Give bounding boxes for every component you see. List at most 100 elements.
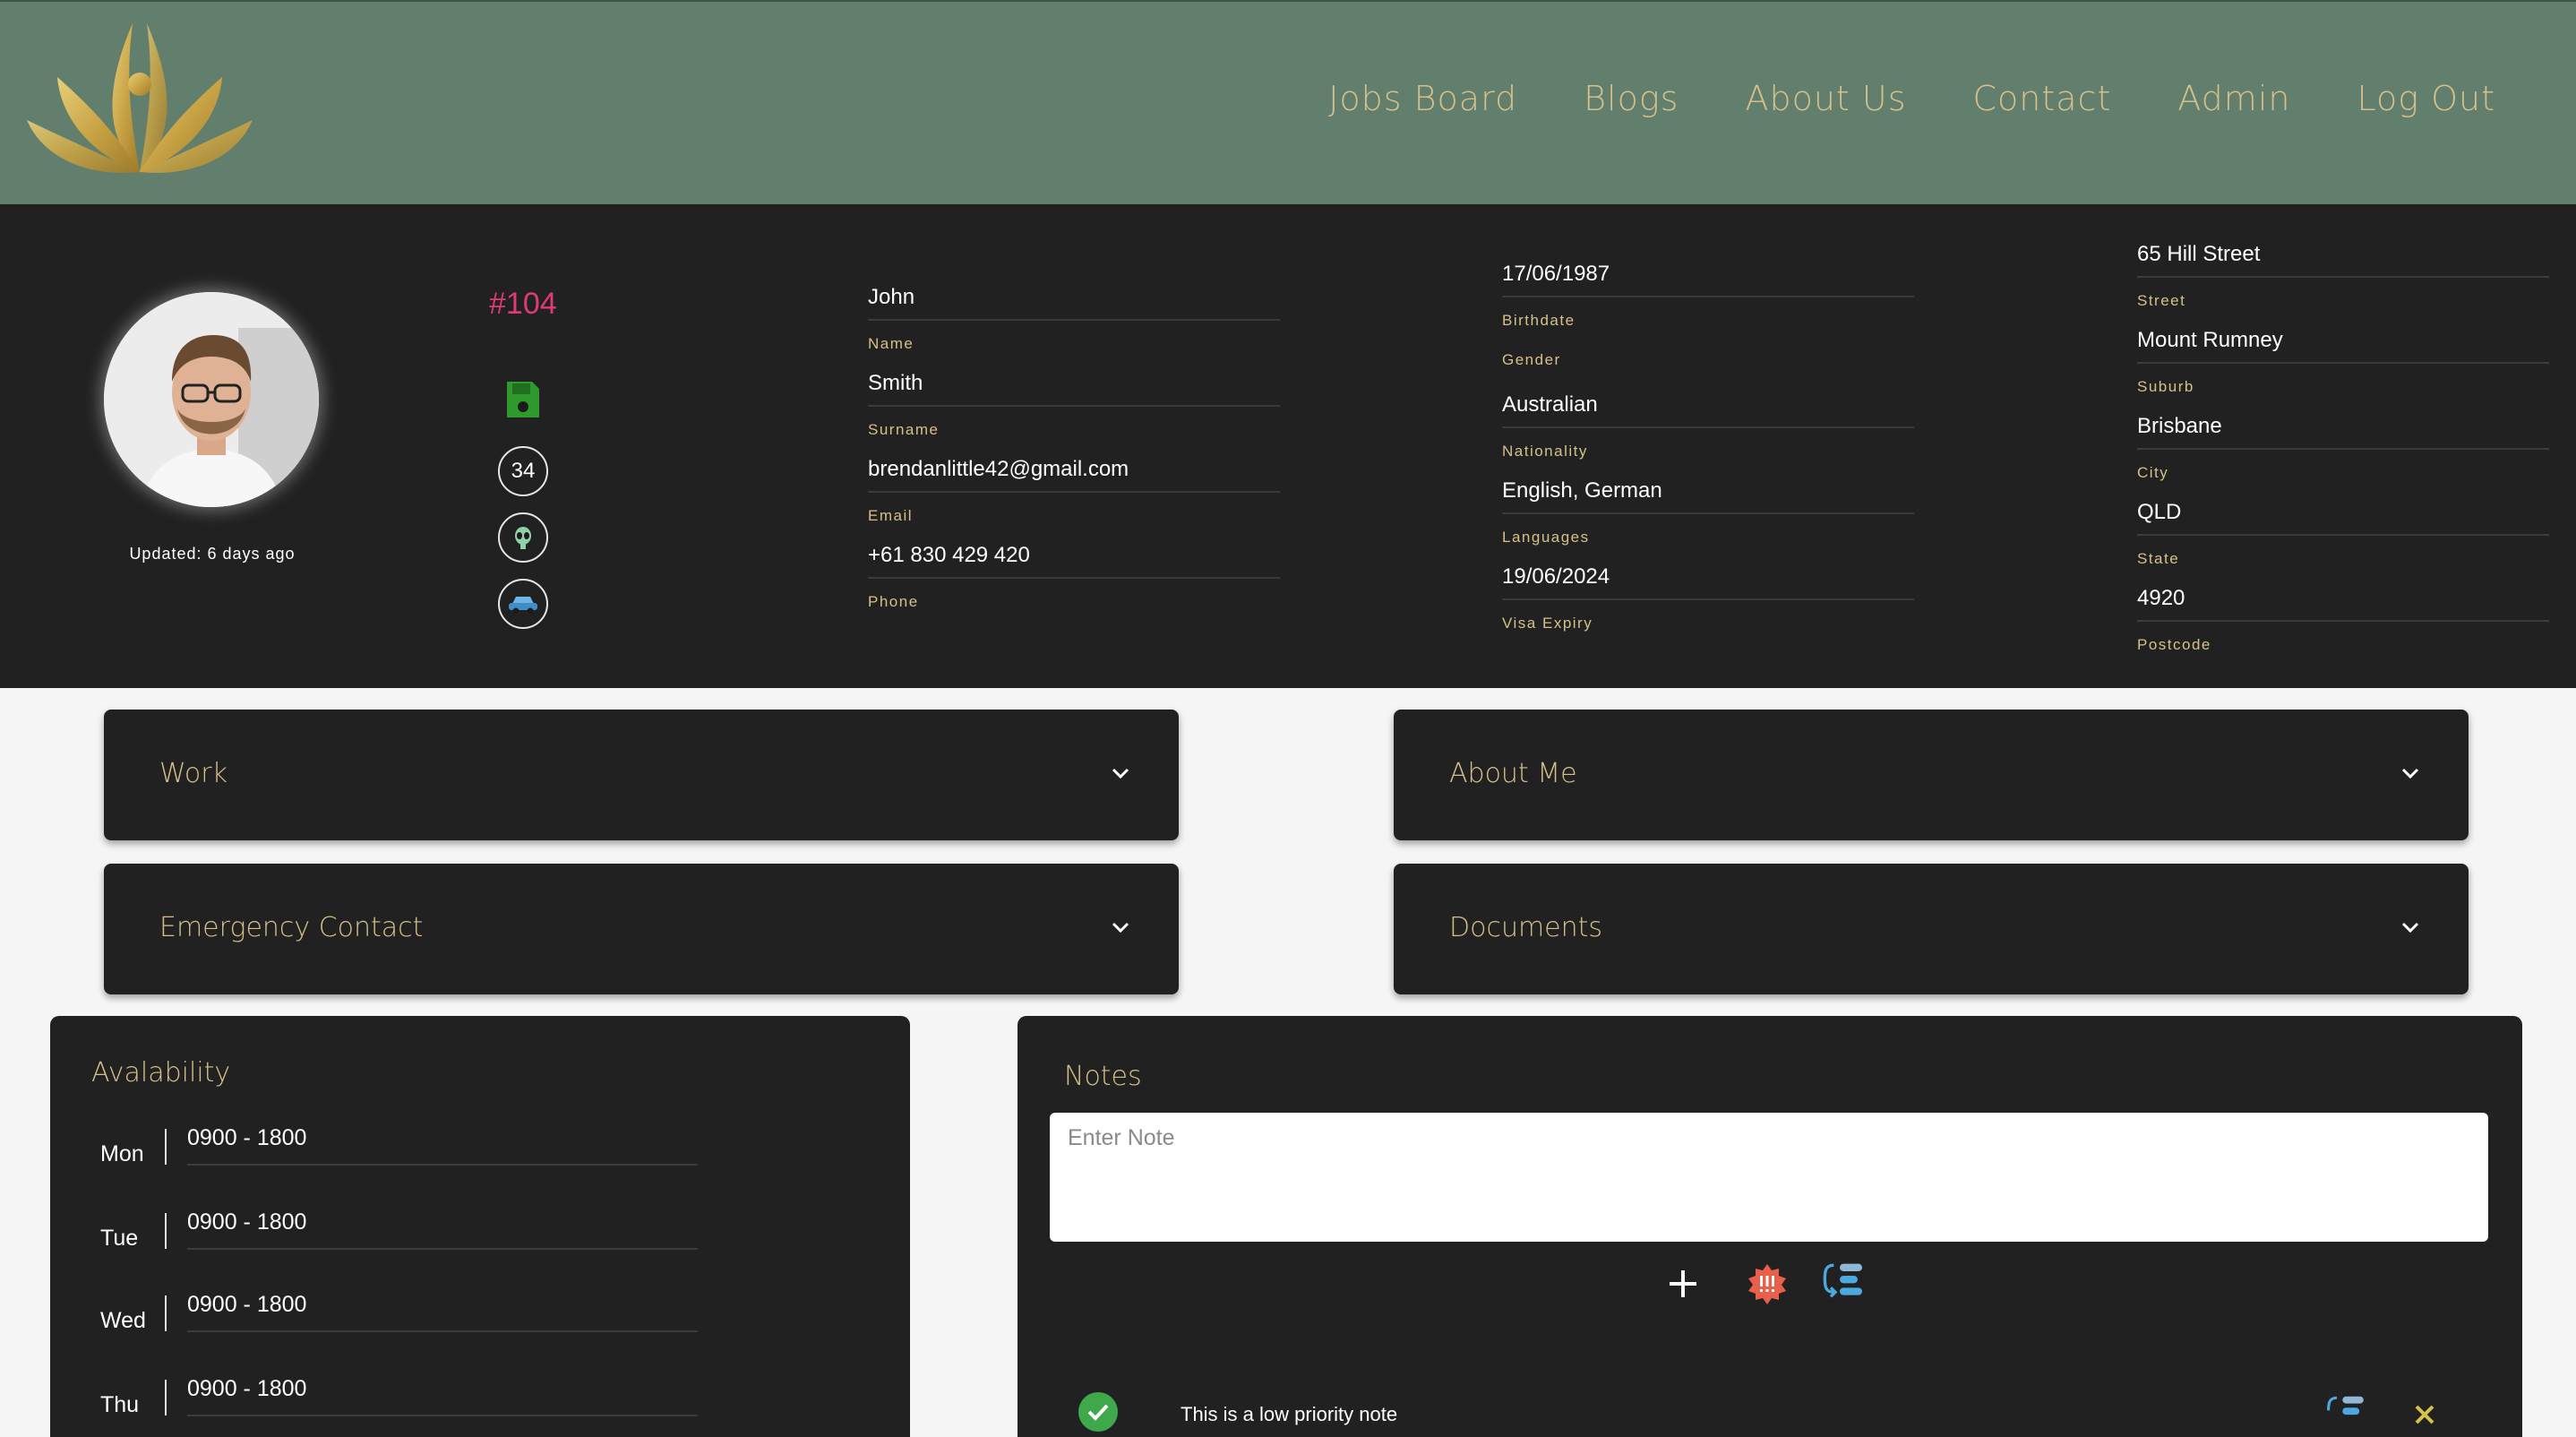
car-badge[interactable] (498, 579, 548, 629)
city-value[interactable]: Brisbane (2137, 414, 2549, 450)
email-field[interactable]: brendanlittle42@gmail.com Email (868, 457, 1280, 525)
car-icon (509, 597, 537, 615)
save-icon[interactable] (505, 380, 541, 419)
add-note-icon[interactable] (1661, 1261, 1705, 1306)
note-text: This is a low priority note (1181, 1403, 1398, 1425)
nav-jobs-board[interactable]: Jobs Board (1328, 79, 1517, 118)
suburb-field[interactable]: Mount Rumney Suburb (2137, 328, 2549, 396)
count-badge-value: 34 (511, 459, 536, 483)
street-label: Street (2137, 292, 2186, 309)
sort-notes-icon[interactable] (1822, 1258, 1867, 1303)
time-input[interactable]: 0900 - 1800 (187, 1376, 698, 1416)
surname-value[interactable]: Smith (868, 371, 1280, 407)
birthdate-label: Birthdate (1502, 312, 1576, 329)
note-priority-check-icon[interactable] (1078, 1392, 1118, 1432)
day-label: Tue (100, 1226, 139, 1251)
state-label: State (2137, 550, 2180, 567)
languages-value[interactable]: English, German (1502, 478, 1914, 514)
about-me-accordion[interactable]: About Me (1394, 710, 2469, 840)
visa-label: Visa Expiry (1502, 615, 1593, 632)
availability-panel: Avalability Mon 0900 - 1800 Tue 0900 - 1… (50, 1016, 910, 1437)
phone-field[interactable]: +61 830 429 420 Phone (868, 543, 1280, 611)
divider (165, 1295, 167, 1331)
name-value[interactable]: John (868, 285, 1280, 321)
chevron-down-icon[interactable] (2399, 916, 2422, 939)
avatar[interactable] (104, 292, 319, 507)
suburb-value[interactable]: Mount Rumney (2137, 328, 2549, 364)
high-priority-icon[interactable] (1745, 1261, 1790, 1306)
work-accordion-title: Work (159, 758, 228, 789)
documents-accordion[interactable]: Documents (1394, 864, 2469, 994)
email-label: Email (868, 507, 914, 524)
time-input[interactable]: 0900 - 1800 (187, 1125, 698, 1166)
city-field[interactable]: Brisbane City (2137, 414, 2549, 482)
note-sort-icon[interactable] (2322, 1392, 2372, 1432)
emergency-contact-accordion-title: Emergency Contact (159, 912, 424, 943)
profile-photo-icon (104, 292, 319, 507)
gender-label: Gender (1502, 351, 1561, 368)
availability-row: Mon 0900 - 1800 (50, 1125, 910, 1179)
birthdate-field[interactable]: 17/06/1987 Birthdate (1502, 262, 1914, 330)
work-accordion[interactable]: Work (104, 710, 1179, 840)
divider (165, 1213, 167, 1249)
suburb-label: Suburb (2137, 378, 2194, 395)
nav-log-out[interactable]: Log Out (2357, 79, 2495, 118)
email-value[interactable]: brendanlittle42@gmail.com (868, 457, 1280, 493)
count-badge[interactable]: 34 (498, 446, 548, 496)
main-navigation: Jobs Board Blogs About Us Contact Admin … (1262, 79, 2495, 118)
surname-label: Surname (868, 421, 940, 438)
chevron-down-icon[interactable] (2399, 762, 2422, 785)
divider (165, 1129, 167, 1165)
note-input[interactable] (1050, 1113, 2488, 1242)
street-field[interactable]: 65 Hill Street Street (2137, 242, 2549, 310)
street-value[interactable]: 65 Hill Street (2137, 242, 2549, 278)
state-value[interactable]: QLD (2137, 500, 2549, 536)
day-label: Wed (100, 1308, 146, 1333)
top-nav-bar: Jobs Board Blogs About Us Contact Admin … (0, 0, 2576, 204)
name-field[interactable]: John Name (868, 285, 1280, 353)
availability-row: Tue 0900 - 1800 (50, 1209, 910, 1263)
profile-id: #104 (489, 287, 557, 321)
availability-title: Avalability (91, 1057, 231, 1089)
postcode-label: Postcode (2137, 636, 2211, 653)
postcode-value[interactable]: 4920 (2137, 586, 2549, 622)
updated-timestamp: Updated: 6 days ago (129, 545, 296, 563)
nav-about-us[interactable]: About Us (1745, 79, 1906, 118)
nationality-field[interactable]: Australian Nationality (1502, 392, 1914, 460)
nationality-value[interactable]: Australian (1502, 392, 1914, 428)
surname-field[interactable]: Smith Surname (868, 371, 1280, 439)
time-input[interactable]: 0900 - 1800 (187, 1292, 698, 1332)
lotus-logo-icon[interactable] (25, 14, 254, 185)
time-input[interactable]: 0900 - 1800 (187, 1209, 698, 1250)
name-label: Name (868, 335, 914, 352)
availability-row: Thu 0900 - 1800 (50, 1376, 910, 1430)
nav-admin[interactable]: Admin (2177, 79, 2290, 118)
phone-label: Phone (868, 593, 919, 610)
notes-title: Notes (1064, 1061, 1142, 1092)
nav-contact[interactable]: Contact (1973, 79, 2112, 118)
birthdate-value[interactable]: 17/06/1987 (1502, 262, 1914, 297)
emergency-contact-accordion[interactable]: Emergency Contact (104, 864, 1179, 994)
languages-field[interactable]: English, German Languages (1502, 478, 1914, 546)
visa-value[interactable]: 19/06/2024 (1502, 564, 1914, 600)
phone-value[interactable]: +61 830 429 420 (868, 543, 1280, 579)
delete-note-icon[interactable] (2411, 1401, 2438, 1428)
city-label: City (2137, 464, 2169, 481)
postcode-field[interactable]: 4920 Postcode (2137, 586, 2549, 654)
day-label: Mon (100, 1141, 144, 1166)
documents-accordion-title: Documents (1449, 912, 1603, 943)
state-field[interactable]: QLD State (2137, 500, 2549, 568)
nationality-label: Nationality (1502, 443, 1588, 460)
availability-row: Wed 0900 - 1800 (50, 1292, 910, 1346)
notes-panel: Notes This is a low priority note (1018, 1016, 2522, 1437)
visa-field[interactable]: 19/06/2024 Visa Expiry (1502, 564, 1914, 632)
alien-badge[interactable] (498, 512, 548, 563)
divider (165, 1380, 167, 1415)
languages-label: Languages (1502, 529, 1590, 546)
chevron-down-icon[interactable] (1109, 916, 1132, 939)
day-label: Thu (100, 1392, 140, 1417)
nav-blogs[interactable]: Blogs (1584, 79, 1679, 118)
alien-icon (515, 527, 531, 549)
about-me-accordion-title: About Me (1449, 758, 1577, 789)
chevron-down-icon[interactable] (1109, 762, 1132, 785)
